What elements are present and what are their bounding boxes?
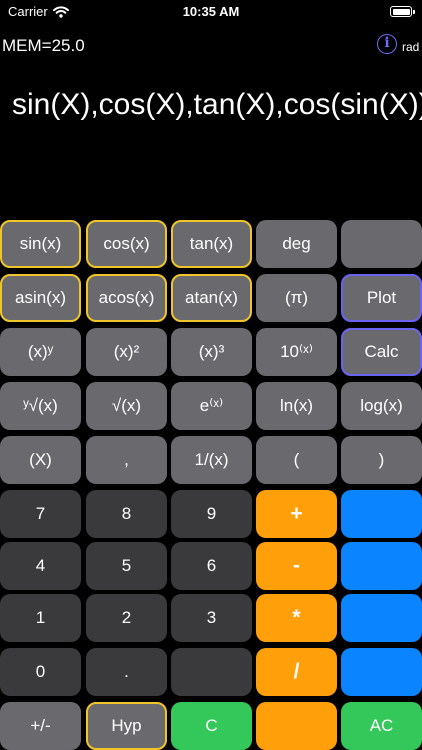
y-root-button[interactable]: ʸ√(x) (0, 382, 81, 430)
hyp-button[interactable]: Hyp (86, 702, 167, 750)
keypad-row: 7 8 9 + (0, 490, 422, 538)
keypad-row: (x)ʸ (x)² (x)³ 10⁽ˣ⁾ Calc (0, 328, 422, 376)
all-clear-button[interactable]: AC (341, 702, 422, 750)
clock: 10:35 AM (182, 4, 240, 19)
pi-button[interactable]: (π) (256, 274, 337, 322)
divide-button[interactable]: / (256, 648, 337, 696)
left-paren-button[interactable]: ( (256, 436, 337, 484)
expression-display: sin(X),cos(X),tan(X),cos(sin(X)) (12, 88, 422, 121)
ten-power-button[interactable]: 10⁽ˣ⁾ (256, 328, 337, 376)
variable-x-button[interactable]: (X) (0, 436, 81, 484)
deg-button[interactable]: deg (256, 220, 337, 268)
calc-button[interactable]: Calc (341, 328, 422, 376)
sqrt-button[interactable]: √(x) (86, 382, 167, 430)
digit-8-button[interactable]: 8 (86, 490, 167, 538)
decimal-point-button[interactable]: . (86, 648, 167, 696)
battery-icon (390, 6, 415, 17)
digit-1-button[interactable]: 1 (0, 594, 81, 642)
digit-9-button[interactable]: 9 (171, 490, 252, 538)
keypad-row: 4 5 6 - (0, 542, 422, 590)
exp-button[interactable]: e⁽ˣ⁾ (171, 382, 252, 430)
ln-button[interactable]: ln(x) (256, 382, 337, 430)
digit-6-button[interactable]: 6 (171, 542, 252, 590)
digit-3-button[interactable]: 3 (171, 594, 252, 642)
keypad-row: 0 . / (0, 648, 422, 696)
memory-readout: MEM=25.0 (2, 36, 85, 55)
digit-4-button[interactable]: 4 (0, 542, 81, 590)
acos-button[interactable]: acos(x) (86, 274, 167, 322)
blank-button[interactable] (171, 648, 252, 696)
minus-button[interactable]: - (256, 542, 337, 590)
keypad-row: sin(x) cos(x) tan(x) deg (0, 220, 422, 268)
angle-mode-label: rad (402, 40, 420, 54)
blank-button[interactable] (341, 542, 422, 590)
keypad-row: (X) , 1/(x) ( ) (0, 436, 422, 484)
cube-button[interactable]: (x)³ (171, 328, 252, 376)
keypad-row: ʸ√(x) √(x) e⁽ˣ⁾ ln(x) log(x) (0, 382, 422, 430)
keypad-row: +/- Hyp C AC (0, 702, 422, 750)
blank-button[interactable] (341, 594, 422, 642)
blank-button[interactable] (256, 702, 337, 750)
digit-7-button[interactable]: 7 (0, 490, 81, 538)
keypad-row: asin(x) acos(x) atan(x) (π) Plot (0, 274, 422, 322)
atan-button[interactable]: atan(x) (171, 274, 252, 322)
power-y-button[interactable]: (x)ʸ (0, 328, 81, 376)
blank-button[interactable] (341, 490, 422, 538)
blank-button[interactable] (341, 648, 422, 696)
digit-0-button[interactable]: 0 (0, 648, 81, 696)
digit-5-button[interactable]: 5 (86, 542, 167, 590)
cos-button[interactable]: cos(x) (86, 220, 167, 268)
asin-button[interactable]: asin(x) (0, 274, 81, 322)
sin-button[interactable]: sin(x) (0, 220, 81, 268)
comma-button[interactable]: , (86, 436, 167, 484)
reciprocal-button[interactable]: 1/(x) (171, 436, 252, 484)
digit-2-button[interactable]: 2 (86, 594, 167, 642)
status-bar: Carrier 10:35 AM (0, 0, 422, 24)
plot-button[interactable]: Plot (341, 274, 422, 322)
blank-button[interactable] (341, 220, 422, 268)
log-button[interactable]: log(x) (341, 382, 422, 430)
square-button[interactable]: (x)² (86, 328, 167, 376)
clear-button[interactable]: C (171, 702, 252, 750)
info-icon[interactable]: i (377, 34, 397, 54)
sign-toggle-button[interactable]: +/- (0, 702, 81, 750)
multiply-button[interactable]: * (256, 594, 337, 642)
keypad-row: 1 2 3 * (0, 594, 422, 642)
right-paren-button[interactable]: ) (341, 436, 422, 484)
plus-button[interactable]: + (256, 490, 337, 538)
tan-button[interactable]: tan(x) (171, 220, 252, 268)
